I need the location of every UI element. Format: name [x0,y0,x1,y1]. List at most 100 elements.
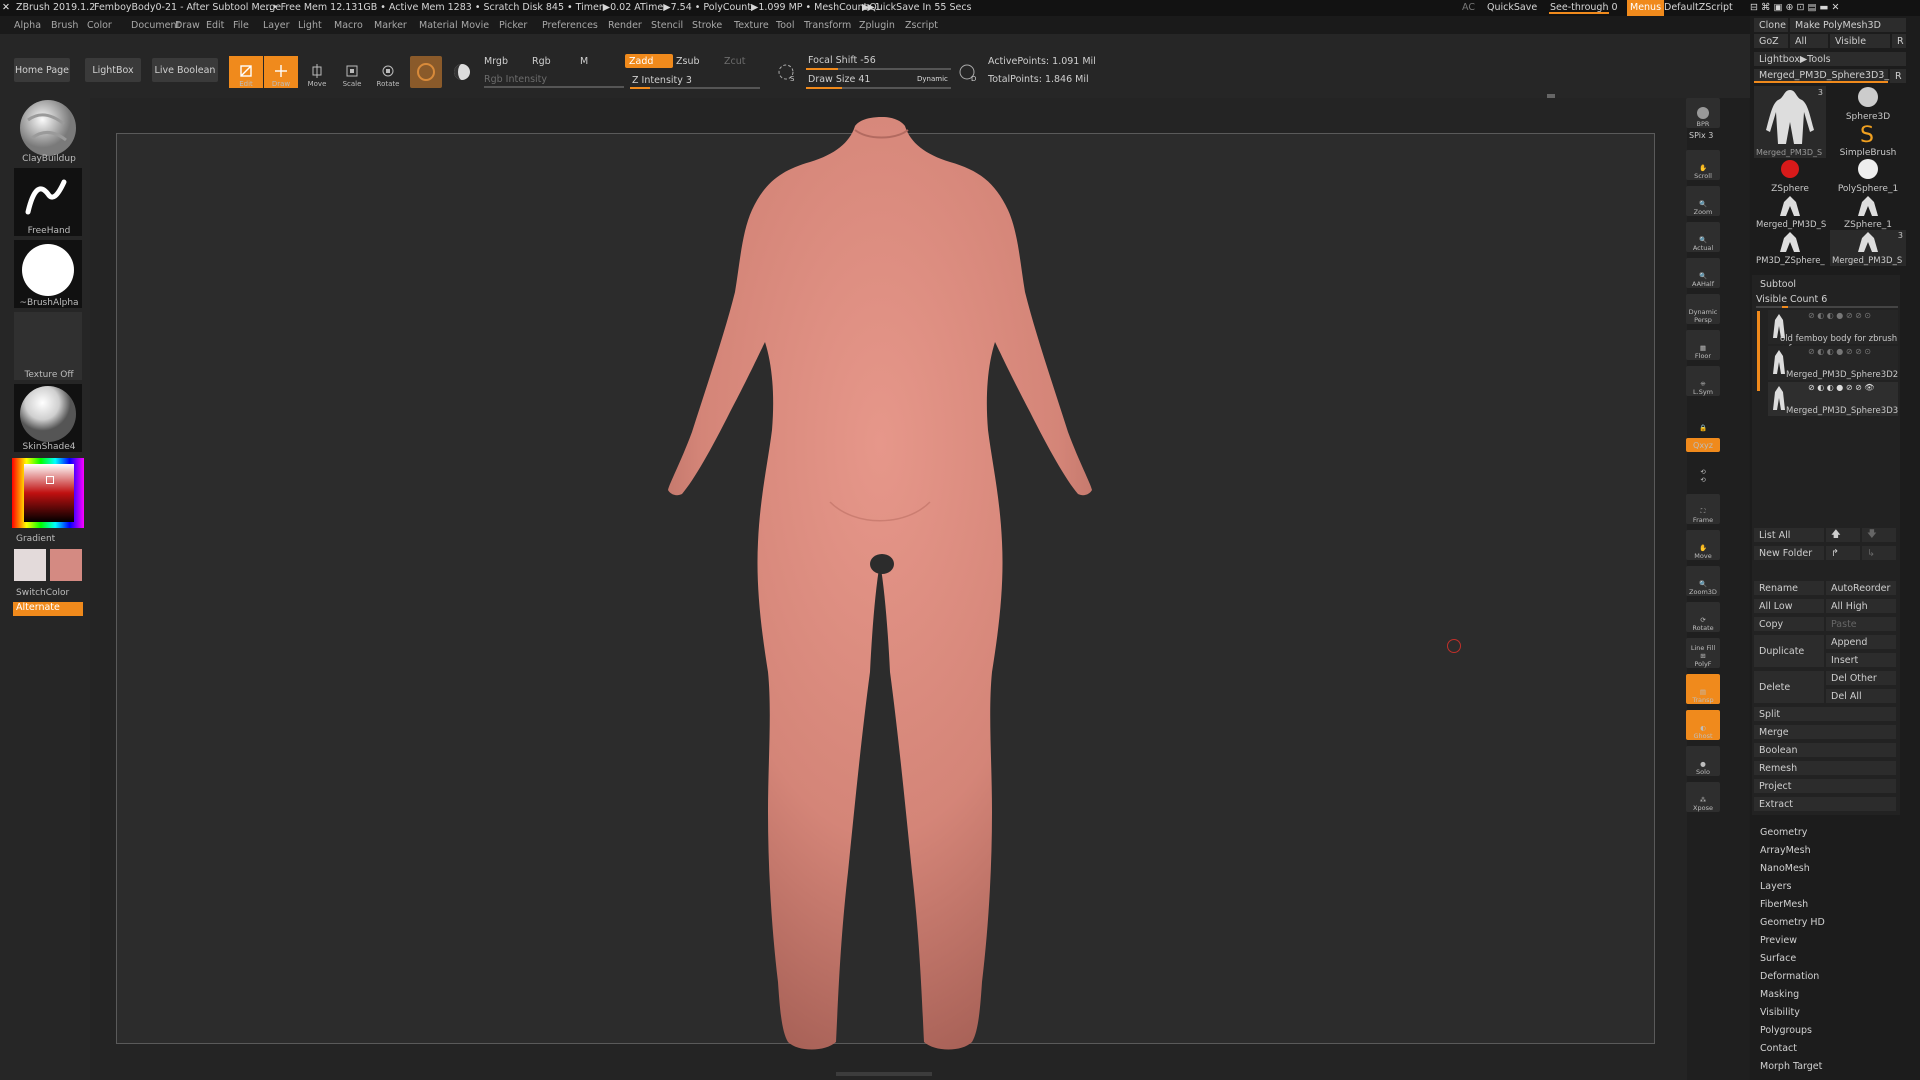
aahalf-button[interactable]: 🔍 AAHalf [1686,258,1720,288]
auto-reorder-button[interactable]: AutoReorder [1826,581,1896,595]
delete-button[interactable]: Delete [1754,671,1824,703]
frame-button[interactable]: ⛶ Frame [1686,494,1720,524]
rotate-button[interactable]: Rotate [371,56,405,88]
draw-size-toggle[interactable]: D [955,60,979,84]
del-all-button[interactable]: Del All [1826,689,1896,703]
menu-item-file[interactable]: File [233,20,249,31]
material-mode-button[interactable] [410,56,442,88]
edit-button[interactable]: Edit [229,56,263,88]
subtool-item[interactable]: ⊘ ◐ ◐ ● ⊘ ⊘ ⊙ old femboy body for zbrush… [1768,310,1898,354]
boolean-section[interactable]: Boolean [1754,743,1896,757]
tool-thumb[interactable]: ZSphere_1 [1830,194,1906,230]
zcut-button[interactable]: Zcut [724,56,745,67]
current-tool-r-button[interactable]: R [1890,69,1906,83]
menu-item-light[interactable]: Light [298,20,322,31]
tool-section-geometry-hd[interactable]: Geometry HD [1760,914,1900,932]
menu-item-material[interactable]: Material [419,20,458,31]
mrgb-button[interactable]: Mrgb [484,56,508,67]
persp-button[interactable]: Dynamic Persp [1686,294,1720,324]
tool-section-morph-target[interactable]: Morph Target [1760,1058,1900,1076]
focal-shift-track[interactable] [806,68,951,70]
actual-button[interactable]: 🔍 Actual [1686,222,1720,252]
bpr-button[interactable]: BPR [1686,98,1720,128]
menu-item-movie[interactable]: Movie [461,20,489,31]
move-down-button[interactable]: 🡇 [1862,528,1896,542]
floor-button[interactable]: ▦ Floor [1686,330,1720,360]
paste-button[interactable]: Paste [1826,617,1896,631]
subtool-toggle-icons[interactable]: ⊘ ◐ ◐ ● ⊘ ⊘ ⊙ [1808,311,1871,320]
color-picker-square[interactable] [24,464,74,522]
menu-item-stroke[interactable]: Stroke [692,20,722,31]
rotate-view-button[interactable]: ⟳ Rotate [1686,602,1720,632]
menu-item-color[interactable]: Color [87,20,112,31]
menu-item-document[interactable]: Document [131,20,180,31]
move-button[interactable]: Move [300,56,334,88]
m-button[interactable]: M [580,56,588,67]
color-picker[interactable] [12,458,84,528]
body-model-mesh[interactable] [600,112,1160,1062]
list-all-button[interactable]: List All [1754,528,1824,542]
menu-item-zplugin[interactable]: Zplugin [859,20,895,31]
visible-count-slider[interactable]: Visible Count 6 [1756,294,1827,305]
dynamic-toggle[interactable]: Dynamic [917,75,948,83]
goz-button[interactable]: GoZ [1754,34,1788,48]
move-up-button[interactable]: 🡅 [1826,528,1860,542]
tool-thumb[interactable]: Sphere3D [1830,86,1906,122]
goz-all-button[interactable]: All [1790,34,1828,48]
menu-item-draw[interactable]: Draw [175,20,200,31]
draw-button[interactable]: Draw [264,56,298,88]
zoom3d-button[interactable]: 🔍 Zoom3D [1686,566,1720,596]
menu-item-layer[interactable]: Layer [263,20,290,31]
window-control-icons[interactable]: ⊟ ⌘ ▣ ⊕ ⊡ ▤ ▬ ✕ [1750,2,1839,13]
subtool-item[interactable]: ⊘ ◐ ◐ ● ⊘ ⊘ ⊙ Merged_PM3D_Sphere3D2 [1768,346,1898,380]
merge-section[interactable]: Merge [1754,725,1896,739]
all-low-button[interactable]: All Low [1754,599,1824,613]
extract-section[interactable]: Extract [1754,797,1896,811]
insert-button[interactable]: Insert [1826,653,1896,667]
xyz-rotate-button[interactable]: Qxyz [1686,438,1720,452]
main-color-swatch[interactable] [14,549,46,581]
menu-item-texture[interactable]: Texture [734,20,769,31]
all-high-button[interactable]: All High [1826,599,1896,613]
xpose-button[interactable]: ⁂ Xpose [1686,782,1720,812]
tool-thumb[interactable]: ZSphere [1754,158,1826,194]
draw-size-track[interactable] [806,87,951,89]
z-intensity-slider[interactable]: Z Intensity 3 [632,75,692,86]
local-symmetry-button[interactable]: ⁜ L.Sym [1686,366,1720,396]
scroll-button[interactable]: ✋ Scroll [1686,150,1720,180]
menu-item-alpha[interactable]: Alpha [14,20,41,31]
folder-move-up-button[interactable]: ↱ [1826,546,1860,560]
tool-section-polygroups[interactable]: Polygroups [1760,1022,1900,1040]
menu-item-stencil[interactable]: Stencil [651,20,683,31]
home-page-button[interactable]: Home Page [14,58,70,82]
menus-button[interactable]: Menus [1627,0,1665,16]
spix-slider[interactable]: SPix 3 [1689,131,1713,140]
subtool-toggle-icons[interactable]: ⊘ ◐ ◐ ● ⊘ ⊘ ⊙ [1808,347,1871,356]
make-polymesh-button[interactable]: Make PolyMesh3D [1790,18,1906,32]
tool-thumb[interactable]: 3 Merged_PM3D_S [1830,230,1906,266]
new-folder-button[interactable]: New Folder [1754,546,1824,560]
menu-item-tool[interactable]: Tool [776,20,794,31]
rgb-intensity-track[interactable] [484,86,624,88]
subtool-header[interactable]: Subtool [1760,279,1796,290]
goz-visible-button[interactable]: Visible [1830,34,1890,48]
tool-section-nanomesh[interactable]: NanoMesh [1760,860,1900,878]
zoom-button[interactable]: 🔍 Zoom [1686,186,1720,216]
draw-size-slider[interactable]: Draw Size 41 [808,74,870,85]
tool-section-preview[interactable]: Preview [1760,932,1900,950]
default-zscript-button[interactable]: DefaultZScript [1664,2,1733,13]
split-section[interactable]: Split [1754,707,1896,721]
tool-section-surface[interactable]: Surface [1760,950,1900,968]
lock-button[interactable]: 🔒 [1686,402,1720,432]
material-sphere-button[interactable] [448,56,476,88]
menu-item-picker[interactable]: Picker [499,20,527,31]
current-tool-slider[interactable]: Merged_PM3D_Sphere3D3_ [1754,69,1889,83]
tool-thumb[interactable]: S SimpleBrush [1830,122,1906,158]
scale-button[interactable]: Scale [335,56,369,88]
duplicate-button[interactable]: Duplicate [1754,635,1824,667]
menu-item-edit[interactable]: Edit [206,20,224,31]
tool-section-visibility[interactable]: Visibility [1760,1004,1900,1022]
tool-thumb[interactable]: PM3D_ZSphere_ [1754,230,1826,266]
menu-item-transform[interactable]: Transform [804,20,851,31]
ghost-button[interactable]: ◐ Ghost [1686,710,1720,740]
